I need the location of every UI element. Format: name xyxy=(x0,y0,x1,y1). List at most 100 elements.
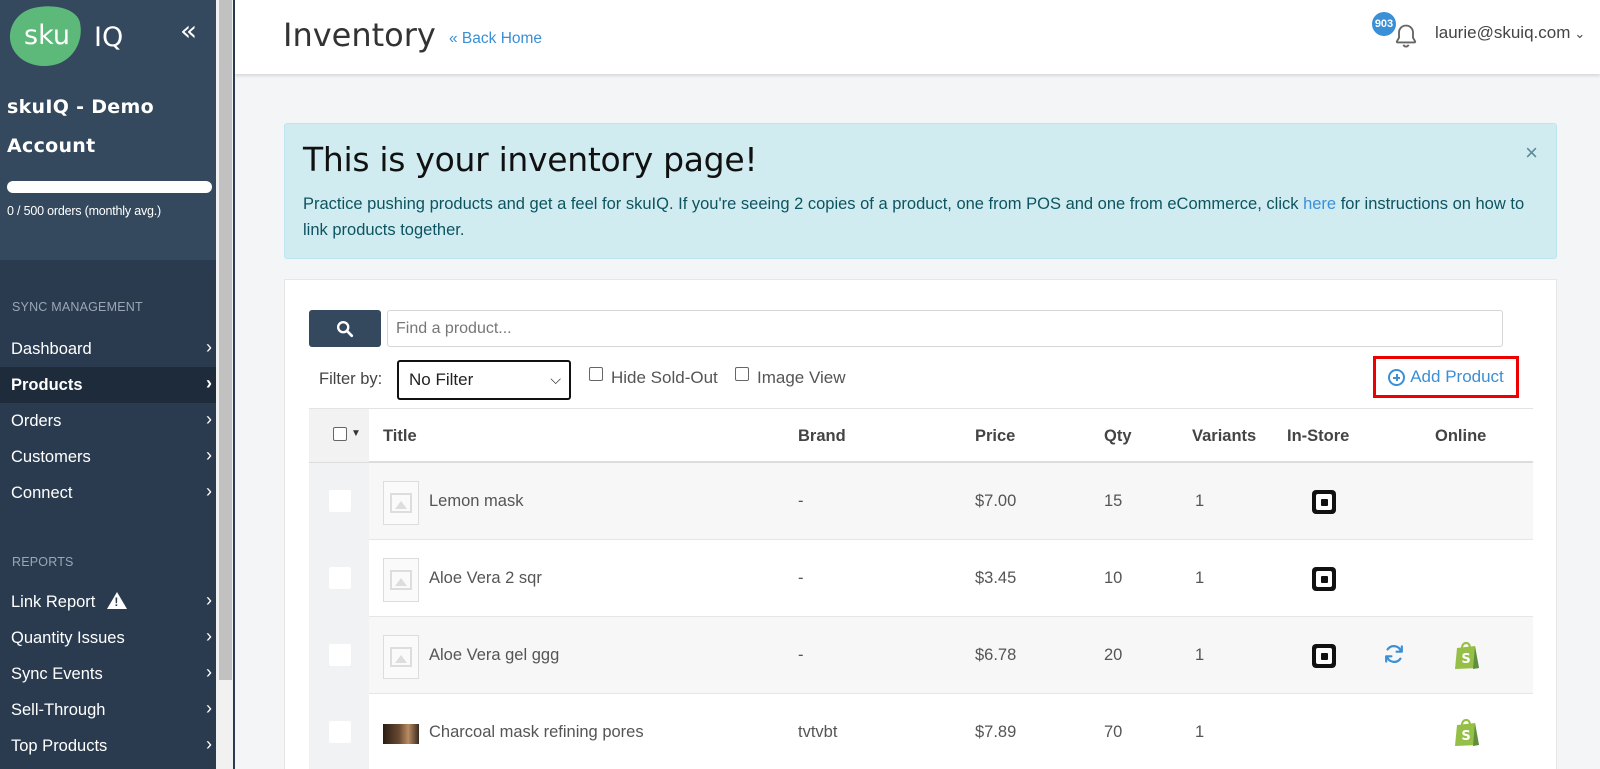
hide-sold-out-checkbox[interactable]: Hide Sold-Out xyxy=(589,367,718,388)
product-price: $3.45 xyxy=(975,569,1017,587)
orders-progress-bar xyxy=(7,181,212,193)
row-select-cell xyxy=(309,540,369,617)
product-price: $7.89 xyxy=(975,723,1017,741)
sidebar-item-sync-events[interactable]: Sync Events › xyxy=(0,656,216,692)
select-all-checkbox[interactable] xyxy=(333,427,347,441)
sidebar-item-customers[interactable]: Customers › xyxy=(0,439,216,475)
top-header: Inventory « Back Home 903 laurie@skuiq.c… xyxy=(235,0,1600,74)
logo-text-iq: IQ xyxy=(94,22,124,53)
filter-label: Filter by: xyxy=(319,370,383,388)
column-header-title[interactable]: Title xyxy=(383,427,417,446)
image-placeholder-icon[interactable] xyxy=(383,635,419,679)
product-variants: 1 xyxy=(1195,492,1205,510)
section-heading-sync-management: SYNC MANAGEMENT xyxy=(12,300,143,314)
search-button[interactable] xyxy=(309,310,381,347)
image-placeholder-icon[interactable] xyxy=(383,558,419,602)
product-title[interactable]: Lemon mask xyxy=(429,492,523,511)
sidebar-item-top-products[interactable]: Top Products › xyxy=(0,728,216,764)
square-pos-icon[interactable] xyxy=(1312,644,1336,668)
square-pos-icon[interactable] xyxy=(1312,567,1336,591)
table-row[interactable]: Charcoal mask refining pores tvtvbt $7.89 7… xyxy=(309,694,1533,769)
table-row[interactable]: Aloe Vera gel ggg - $6.78 20 1 S xyxy=(309,617,1533,694)
column-header-in-store[interactable]: In-Store xyxy=(1287,427,1349,446)
caret-down-icon[interactable]: ▼ xyxy=(351,428,361,439)
image-view-checkbox[interactable]: Image View xyxy=(735,367,846,388)
orders-count-text: 0 / 500 orders (monthly avg.) xyxy=(7,204,161,218)
inventory-card: Filter by: No Filter ⌵ Hide Sold-Out Ima… xyxy=(284,279,1557,769)
table-row[interactable]: Aloe Vera 2 sqr - $3.45 10 1 xyxy=(309,540,1533,617)
add-product-button[interactable]: Add Product xyxy=(1373,356,1519,398)
chevron-right-icon: › xyxy=(206,626,212,646)
column-header-variants[interactable]: Variants xyxy=(1192,427,1256,446)
close-icon[interactable]: × xyxy=(1525,140,1538,166)
product-variants: 1 xyxy=(1195,646,1205,664)
page-title: Inventory xyxy=(283,16,436,54)
alert-text: Practice pushing products and get a feel… xyxy=(303,195,1525,239)
row-checkbox[interactable] xyxy=(329,644,351,666)
product-brand: - xyxy=(798,646,804,664)
product-title[interactable]: Aloe Vera gel ggg xyxy=(429,646,559,665)
back-home-link[interactable]: « Back Home xyxy=(449,30,542,48)
shopify-icon[interactable]: S xyxy=(1453,640,1481,670)
checkbox[interactable] xyxy=(589,367,603,381)
row-checkbox[interactable] xyxy=(329,490,351,512)
column-header-price[interactable]: Price xyxy=(975,427,1015,446)
shopify-icon[interactable]: S xyxy=(1453,717,1481,747)
collapse-sidebar-icon[interactable]: « xyxy=(180,16,197,46)
product-qty: 10 xyxy=(1104,569,1123,587)
row-checkbox[interactable] xyxy=(329,721,351,743)
chevron-right-icon: › xyxy=(206,445,212,465)
product-thumbnail[interactable] xyxy=(383,724,419,744)
product-title[interactable]: Charcoal mask refining pores xyxy=(429,723,644,742)
chevron-right-icon: › xyxy=(206,698,212,718)
user-menu[interactable]: laurie@skuiq.com ⌄ xyxy=(1435,23,1585,43)
product-price: $6.78 xyxy=(975,646,1017,664)
select-all-cell: ▼ xyxy=(309,409,369,462)
product-qty: 20 xyxy=(1104,646,1123,664)
sidebar-item-quantity-issues[interactable]: Quantity Issues › xyxy=(0,620,216,656)
sidebar-item-products[interactable]: Products › xyxy=(0,367,216,403)
notification-count-badge[interactable]: 903 xyxy=(1372,12,1396,36)
alert-heading: This is your inventory page! xyxy=(303,140,758,179)
sidebar-item-orders[interactable]: Orders › xyxy=(0,403,216,439)
alert-here-link[interactable]: here xyxy=(1303,195,1336,213)
checkbox[interactable] xyxy=(735,367,749,381)
warning-icon xyxy=(107,591,128,609)
table-header: ▼ Title Brand Price Qty Variants In-Stor… xyxy=(309,408,1533,463)
sidebar-item-connect[interactable]: Connect › xyxy=(0,475,216,511)
column-header-brand[interactable]: Brand xyxy=(798,427,846,446)
logo-text-sku: sku xyxy=(24,20,70,51)
chevron-right-icon: › xyxy=(206,481,212,501)
sidebar-item-link-report[interactable]: Link Report› xyxy=(0,584,216,620)
chevron-right-icon: › xyxy=(206,662,212,682)
account-name: skuIQ - Demo Account xyxy=(7,96,154,157)
plus-circle-icon xyxy=(1388,368,1406,386)
bell-icon[interactable] xyxy=(1392,22,1420,50)
sync-icon[interactable] xyxy=(1382,642,1406,666)
sidebar: sku IQ « skuIQ - Demo Account 0 / 500 or… xyxy=(0,0,216,769)
row-select-cell xyxy=(309,463,369,540)
sidebar-scrollbar[interactable] xyxy=(216,0,235,769)
product-price: $7.00 xyxy=(975,492,1017,510)
product-qty: 70 xyxy=(1104,723,1123,741)
table-row[interactable]: Lemon mask - $7.00 15 1 xyxy=(309,463,1533,540)
chevron-right-icon: › xyxy=(206,409,212,429)
filter-select[interactable]: No Filter ⌵ xyxy=(397,360,571,400)
svg-text:S: S xyxy=(1461,729,1470,744)
row-checkbox[interactable] xyxy=(329,567,351,589)
column-header-qty[interactable]: Qty xyxy=(1104,427,1132,446)
product-title[interactable]: Aloe Vera 2 sqr xyxy=(429,569,542,588)
sidebar-account-panel: sku IQ « skuIQ - Demo Account 0 / 500 or… xyxy=(0,0,216,260)
image-placeholder-icon[interactable] xyxy=(383,481,419,525)
chevron-down-icon: ⌵ xyxy=(550,371,561,387)
square-pos-icon[interactable] xyxy=(1312,490,1336,514)
product-qty: 15 xyxy=(1104,492,1123,510)
sidebar-item-dashboard[interactable]: Dashboard › xyxy=(0,331,216,367)
sidebar-item-sell-through[interactable]: Sell-Through › xyxy=(0,692,216,728)
column-header-online[interactable]: Online xyxy=(1435,427,1486,446)
product-brand: - xyxy=(798,492,804,510)
info-alert: This is your inventory page! Practice pu… xyxy=(284,123,1557,259)
product-search-input[interactable] xyxy=(387,310,1503,347)
scrollbar-thumb[interactable] xyxy=(219,0,232,680)
skuiq-logo[interactable]: sku IQ xyxy=(4,0,124,73)
